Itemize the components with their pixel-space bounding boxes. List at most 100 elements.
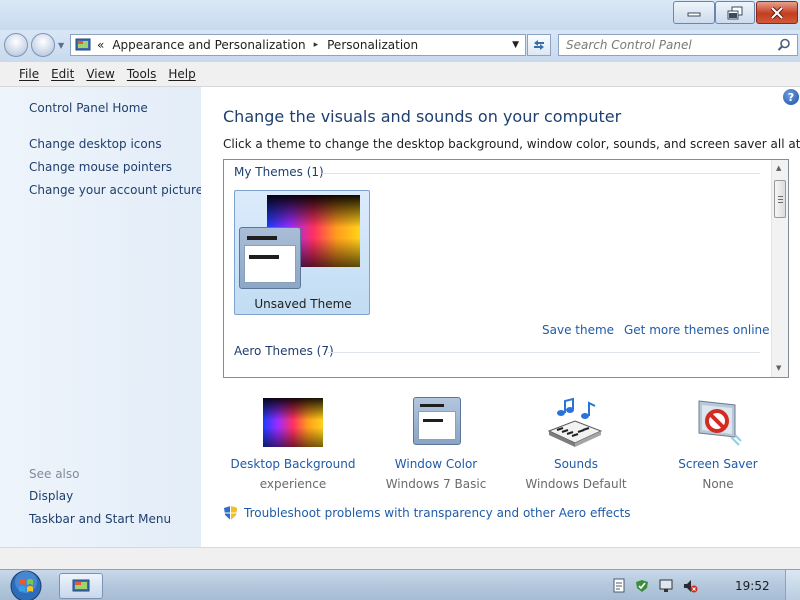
- desktop-background-icon: [262, 397, 324, 449]
- close-button[interactable]: [756, 1, 798, 24]
- task-pane: Control Panel Home Change desktop icons …: [0, 87, 203, 547]
- title-bar: [0, 0, 800, 30]
- group-divider: [328, 352, 760, 353]
- window-bottom-edge: [0, 547, 800, 569]
- group-header-aero-themes[interactable]: Aero Themes (7): [234, 344, 334, 358]
- grip-line: [778, 196, 783, 197]
- shield-icon: [224, 506, 237, 520]
- see-also-label: See also: [29, 467, 80, 481]
- breadcrumb-appearance[interactable]: Appearance and Personalization: [112, 38, 305, 52]
- sounds-keyboard-notes-icon: [547, 397, 603, 447]
- preview-window-body: [244, 245, 296, 283]
- taskbar: 19:52: [0, 569, 800, 600]
- window-color-link[interactable]: Window Color: [361, 457, 511, 471]
- address-chevron[interactable]: «: [97, 38, 104, 52]
- change-desktop-icons-link[interactable]: Change desktop icons: [29, 137, 162, 151]
- menu-view[interactable]: View: [80, 67, 120, 81]
- screen-saver-item[interactable]: Screen Saver None: [643, 397, 793, 491]
- preview-text-line: [249, 255, 279, 259]
- desktop-background-item[interactable]: Desktop Background experience: [218, 397, 368, 491]
- sounds-icon: [545, 397, 607, 449]
- screen-saver-value: None: [702, 477, 734, 491]
- recent-pages-dropdown-icon[interactable]: ▼: [58, 41, 64, 50]
- clock[interactable]: 19:52: [735, 579, 770, 593]
- breadcrumb-personalization[interactable]: Personalization: [327, 38, 418, 52]
- start-button[interactable]: [6, 570, 46, 600]
- desktop-background-preview: [263, 398, 323, 447]
- troubleshoot-row[interactable]: Troubleshoot problems with transparency …: [223, 505, 631, 521]
- action-center-icon[interactable]: [612, 578, 626, 594]
- control-panel-icon: [75, 38, 91, 51]
- window-color-icon: [405, 397, 467, 449]
- page-title: Change the visuals and sounds on your co…: [223, 107, 622, 126]
- windows-logo-icon: [10, 570, 42, 600]
- theme-name: Unsaved Theme: [254, 297, 352, 311]
- change-mouse-pointers-link[interactable]: Change mouse pointers: [29, 160, 172, 174]
- restore-button[interactable]: [715, 1, 755, 24]
- help-icon[interactable]: ?: [783, 89, 799, 105]
- window-color-value: Windows 7 Basic: [385, 477, 487, 491]
- close-icon: [770, 6, 784, 19]
- control-panel-home-link[interactable]: Control Panel Home: [29, 101, 148, 115]
- sounds-value: Windows Default: [525, 477, 627, 491]
- scroll-up-icon[interactable]: ▲: [776, 164, 781, 172]
- screen-saver-link[interactable]: Screen Saver: [643, 457, 793, 471]
- grip-line: [778, 199, 783, 200]
- taskbar-control-panel-button[interactable]: [59, 573, 103, 599]
- theme-window-color-preview: [239, 227, 301, 289]
- forward-button[interactable]: [31, 33, 55, 57]
- search-input[interactable]: [559, 35, 769, 55]
- taskbar-start-menu-link[interactable]: Taskbar and Start Menu: [29, 512, 171, 526]
- menu-file[interactable]: File: [13, 67, 45, 81]
- window-color-preview: [413, 397, 461, 445]
- volume-muted-icon[interactable]: [682, 578, 698, 594]
- address-dropdown-icon[interactable]: ▼: [512, 40, 519, 50]
- menu-edit[interactable]: Edit: [45, 67, 80, 81]
- sounds-link[interactable]: Sounds: [501, 457, 651, 471]
- desktop-background-value: experience: [259, 477, 327, 491]
- address-bar[interactable]: « Appearance and Personalization ▸ Perso…: [70, 34, 526, 56]
- get-more-themes-link[interactable]: Get more themes online: [624, 323, 770, 337]
- desktop-background-link[interactable]: Desktop Background: [218, 457, 368, 471]
- troubleshoot-link[interactable]: Troubleshoot problems with transparency …: [244, 506, 631, 520]
- screen-saver-monitor-no-icon: [698, 400, 742, 446]
- scroll-thumb[interactable]: [774, 180, 786, 218]
- menu-bar: File Edit View Tools Help: [0, 62, 800, 87]
- menu-help[interactable]: Help: [162, 67, 201, 81]
- network-icon[interactable]: [658, 578, 674, 594]
- notification-area: [612, 573, 706, 599]
- mouse-cursor-icon: ⎹: [796, 233, 800, 249]
- navigation-bar: ▼ « Appearance and Personalization ▸ Per…: [0, 30, 800, 62]
- display-link[interactable]: Display: [29, 489, 73, 503]
- refresh-button[interactable]: [527, 34, 551, 56]
- search-box[interactable]: [558, 34, 798, 56]
- show-desktop-button[interactable]: [785, 570, 800, 600]
- screen-saver-icon: [687, 397, 749, 449]
- search-icon[interactable]: [777, 38, 791, 52]
- page-subtitle: Click a theme to change the desktop back…: [223, 137, 800, 151]
- back-button[interactable]: [4, 33, 28, 57]
- preview-titlebar-line: [247, 236, 277, 240]
- sounds-item[interactable]: Sounds Windows Default: [501, 397, 651, 491]
- minimize-icon: [687, 12, 701, 16]
- minimize-button[interactable]: [673, 1, 715, 24]
- breadcrumb-separator-icon[interactable]: ▸: [314, 40, 319, 50]
- grip-line: [778, 202, 783, 203]
- vertical-scrollbar[interactable]: ▲ ▼: [771, 160, 788, 377]
- preview-titlebar-line: [420, 404, 444, 407]
- save-theme-link[interactable]: Save theme: [542, 323, 614, 337]
- preview-text-line: [423, 419, 443, 422]
- control-panel-icon: [72, 579, 90, 592]
- change-account-picture-link[interactable]: Change your account picture: [29, 183, 203, 197]
- theme-list: My Themes (1) Unsaved Theme Save theme G…: [223, 159, 789, 378]
- theme-tile-unsaved[interactable]: Unsaved Theme: [234, 190, 370, 315]
- network-warning-icon[interactable]: [634, 578, 650, 594]
- group-divider: [322, 173, 760, 174]
- main-content: ? Change the visuals and sounds on your …: [201, 87, 800, 547]
- scroll-down-icon[interactable]: ▼: [776, 364, 781, 372]
- refresh-icon: [534, 40, 544, 50]
- window-color-item[interactable]: Window Color Windows 7 Basic: [361, 397, 511, 491]
- menu-tools[interactable]: Tools: [121, 67, 163, 81]
- preview-window-body: [418, 411, 456, 440]
- group-header-my-themes[interactable]: My Themes (1): [234, 165, 324, 179]
